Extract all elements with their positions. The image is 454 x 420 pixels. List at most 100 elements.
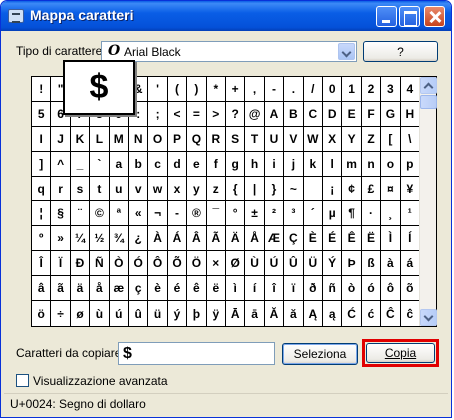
char-cell[interactable]: ¡ — [322, 176, 343, 202]
char-cell[interactable]: ö — [32, 301, 52, 326]
char-cell[interactable]: ý — [168, 301, 188, 326]
char-cell[interactable]: P — [167, 126, 188, 152]
char-cell[interactable]: õ — [400, 276, 420, 302]
char-cell[interactable]: ÿ — [207, 301, 226, 326]
char-cell[interactable]: ] — [32, 151, 52, 177]
char-cell[interactable]: ò — [342, 276, 362, 302]
char-cell[interactable]: ^ — [51, 151, 71, 177]
char-cell[interactable]: @ — [245, 101, 265, 127]
char-cell[interactable]: ' — [148, 77, 168, 102]
char-cell[interactable]: Á — [167, 226, 188, 252]
char-cell[interactable]: ă — [284, 301, 304, 326]
char-cell[interactable]: < — [167, 101, 188, 127]
char-cell[interactable]: Ù — [245, 251, 265, 277]
char-cell[interactable]: v — [128, 176, 149, 202]
char-cell[interactable]: c — [148, 151, 168, 177]
char-cell[interactable]: s — [70, 176, 91, 202]
char-cell[interactable]: r — [51, 176, 71, 202]
char-cell[interactable]: Ó — [128, 251, 149, 277]
char-cell[interactable]: 4 — [400, 77, 420, 102]
char-cell[interactable]: æ — [109, 276, 129, 302]
char-cell[interactable]: ï — [284, 276, 304, 302]
char-cell[interactable]: Õ — [167, 251, 188, 277]
char-cell[interactable]: ą — [323, 301, 343, 326]
char-cell[interactable]: Ô — [148, 251, 168, 277]
char-cell[interactable]: - — [167, 201, 188, 227]
char-cell[interactable]: ë — [206, 276, 226, 302]
char-cell[interactable]: | — [245, 176, 265, 202]
advanced-view-checkbox[interactable] — [16, 374, 29, 387]
char-cell[interactable]: Å — [245, 226, 265, 252]
char-cell[interactable]: ¼ — [70, 226, 91, 252]
char-cell[interactable]: Ö — [187, 251, 207, 277]
select-button[interactable]: Seleziona — [282, 343, 358, 365]
char-cell[interactable]: ½ — [90, 226, 110, 252]
char-cell[interactable]: ā — [245, 301, 265, 326]
char-cell[interactable]: n — [361, 151, 382, 177]
char-cell[interactable]: ¨ — [70, 201, 91, 227]
char-cell[interactable]: ¶ — [342, 201, 362, 227]
char-cell[interactable]: ? — [225, 101, 246, 127]
char-cell[interactable]: J — [51, 126, 71, 152]
char-cell[interactable]: ± — [245, 201, 265, 227]
char-cell[interactable]: Q — [187, 126, 207, 152]
char-cell[interactable]: â — [32, 276, 52, 302]
char-cell[interactable]: ¢ — [342, 176, 362, 202]
char-cell[interactable]: - — [264, 77, 285, 102]
char-cell[interactable]: ª — [109, 201, 129, 227]
char-cell[interactable]: ¾ — [109, 226, 129, 252]
char-cell[interactable]: × — [206, 251, 226, 277]
char-cell[interactable]: D — [322, 101, 343, 127]
char-cell[interactable]: H — [400, 101, 420, 127]
char-cell[interactable]: C — [303, 101, 323, 127]
char-cell[interactable]: W — [303, 126, 323, 152]
char-cell[interactable]: Ï — [51, 251, 71, 277]
char-cell[interactable]: u — [109, 176, 129, 202]
char-cell[interactable]: 5 — [32, 101, 52, 127]
char-cell[interactable]: ú — [110, 301, 129, 326]
char-cell[interactable]: = — [187, 101, 207, 127]
chevron-down-icon[interactable] — [338, 43, 355, 60]
char-cell[interactable]: ç — [128, 276, 149, 302]
char-cell[interactable]: S — [225, 126, 246, 152]
char-cell[interactable]: å — [90, 276, 110, 302]
char-cell[interactable]: þ — [187, 301, 207, 326]
char-cell[interactable]: E — [342, 101, 362, 127]
char-cell[interactable]: á — [400, 251, 420, 277]
char-cell[interactable]: Ñ — [90, 251, 110, 277]
char-cell[interactable] — [303, 176, 323, 202]
char-cell[interactable]: ĉ — [401, 301, 420, 326]
char-cell[interactable]: * — [206, 77, 226, 102]
char-cell[interactable]: À — [148, 226, 168, 252]
char-cell[interactable]: ¿ — [128, 226, 149, 252]
char-cell[interactable]: ! — [32, 77, 52, 102]
char-cell[interactable]: ü — [148, 301, 168, 326]
font-dropdown[interactable]: O Arial Black — [101, 41, 357, 62]
char-cell[interactable]: è — [148, 276, 168, 302]
char-cell[interactable]: } — [264, 176, 285, 202]
char-cell[interactable]: f — [206, 151, 226, 177]
char-cell[interactable]: / — [303, 77, 323, 102]
char-cell[interactable]: Ý — [322, 251, 343, 277]
char-cell[interactable]: Ê — [342, 226, 362, 252]
char-cell[interactable]: ¥ — [400, 176, 420, 202]
char-cell[interactable]: Ĉ — [381, 301, 401, 326]
char-cell[interactable]: z — [206, 176, 226, 202]
char-cell[interactable]: û — [129, 301, 149, 326]
char-cell[interactable]: Í — [400, 226, 420, 252]
char-cell[interactable]: ¦ — [32, 201, 52, 227]
char-cell[interactable]: x — [167, 176, 188, 202]
char-cell[interactable]: V — [284, 126, 304, 152]
char-cell[interactable]: ) — [187, 77, 207, 102]
char-cell[interactable]: g — [225, 151, 246, 177]
char-cell[interactable]: Ò — [109, 251, 129, 277]
char-cell[interactable]: Ã — [206, 226, 226, 252]
grid-scrollbar[interactable] — [419, 77, 437, 326]
char-cell[interactable]: ó — [361, 276, 382, 302]
char-cell[interactable]: ´ — [303, 201, 323, 227]
char-cell[interactable]: Î — [32, 251, 52, 277]
char-cell[interactable]: , — [245, 77, 265, 102]
char-cell[interactable]: i — [264, 151, 285, 177]
char-cell[interactable]: Ú — [264, 251, 285, 277]
char-cell[interactable]: ć — [362, 301, 382, 326]
